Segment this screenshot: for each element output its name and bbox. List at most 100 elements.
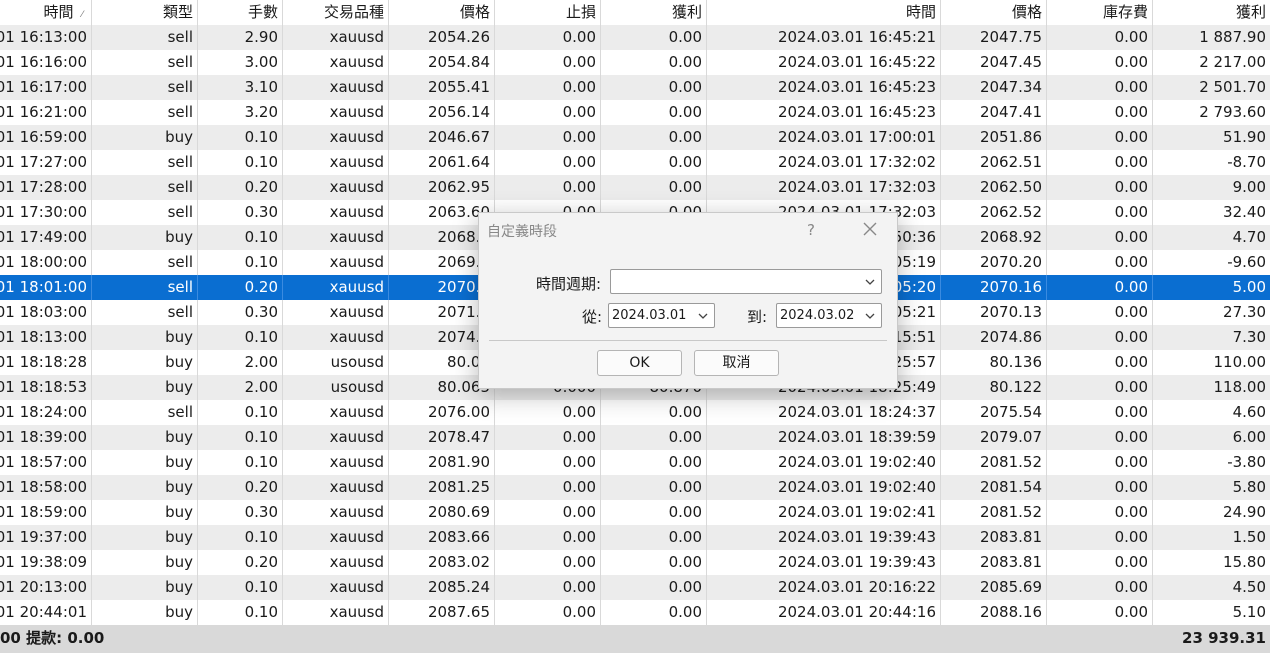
cell-stop-loss: 0.00 <box>495 50 601 75</box>
cell-close-price: 2068.92 <box>941 225 1047 250</box>
cell-symbol: xauusd <box>283 550 389 575</box>
cell-volume: 0.10 <box>198 600 283 625</box>
table-row[interactable]: .01 20:13:00 buy 0.10 xauusd 2085.24 0.00 0.00… <box>0 575 1270 600</box>
cell-open-price: 2046.67 <box>389 125 495 150</box>
close-icon[interactable] <box>859 218 881 240</box>
cell-profit: 32.40 <box>1223 203 1266 221</box>
cell-stop-loss: 0.00 <box>495 150 601 175</box>
cell-profit: 2 501.70 <box>1199 78 1266 96</box>
cell-open-price: 2081.25 <box>389 475 495 500</box>
table-row[interactable]: .01 16:16:00 sell 3.00 xauusd 2054.84 0.00 0.0… <box>0 50 1270 75</box>
cell-open-price: 2085.24 <box>389 575 495 600</box>
cell-close-price: 2062.52 <box>941 200 1047 225</box>
cell-profit: 118.00 <box>1213 378 1267 396</box>
cell-open-price: 2061.64 <box>389 150 495 175</box>
cell-swap: 0.00 <box>1047 575 1153 600</box>
col-header-volume[interactable]: 手數 <box>198 0 283 25</box>
cell-volume: 3.20 <box>198 100 283 125</box>
cell-volume: 0.30 <box>198 200 283 225</box>
cell-close-price: 2083.81 <box>941 550 1047 575</box>
cell-type: sell <box>92 50 198 75</box>
from-date-picker[interactable]: 2024.03.01 <box>608 303 715 328</box>
cell-symbol: xauusd <box>283 475 389 500</box>
cell-close-price: 80.136 <box>941 350 1047 375</box>
cell-open-time: .01 16:17:00 <box>0 75 92 100</box>
cell-swap: 0.00 <box>1047 300 1153 325</box>
table-row[interactable]: .01 20:44:01 buy 0.10 xauusd 2087.65 0.00 0.00… <box>0 600 1270 625</box>
cell-volume: 0.20 <box>198 550 283 575</box>
cell-type: sell <box>92 200 198 225</box>
cell-stop-loss: 0.00 <box>495 400 601 425</box>
cell-open-time: .01 16:13:00 <box>0 25 92 50</box>
table-row[interactable]: .01 16:21:00 sell 3.20 xauusd 2056.14 0.00 0.0… <box>0 100 1270 125</box>
cell-type: buy <box>92 325 198 350</box>
cell-open-time: .01 18:03:00 <box>0 300 92 325</box>
cell-open-time: .01 18:18:53 <box>0 375 92 400</box>
col-header-type[interactable]: 類型 <box>92 0 198 25</box>
cell-symbol: xauusd <box>283 75 389 100</box>
cell-profit: 2 217.00 <box>1199 53 1266 71</box>
cell-profit: 7.30 <box>1232 328 1266 346</box>
cell-open-time: .01 16:16:00 <box>0 50 92 75</box>
to-label: 到: <box>747 308 768 326</box>
cell-symbol: xauusd <box>283 275 389 300</box>
cell-take-profit: 0.00 <box>601 75 707 100</box>
cell-open-price: 2081.90 <box>389 450 495 475</box>
col-header-take-profit[interactable]: 獲利 <box>601 0 707 25</box>
cell-symbol: xauusd <box>283 200 389 225</box>
cell-symbol: xauusd <box>283 450 389 475</box>
cell-profit: -8.70 <box>1227 153 1266 171</box>
cancel-button[interactable]: 取消 <box>694 350 779 376</box>
col-header-close-time[interactable]: 時間 <box>707 0 941 25</box>
table-row[interactable]: .01 19:38:09 buy 0.20 xauusd 2083.02 0.00 0.00… <box>0 550 1270 575</box>
cell-take-profit: 0.00 <box>601 575 707 600</box>
cell-symbol: xauusd <box>283 500 389 525</box>
cell-swap: 0.00 <box>1047 450 1153 475</box>
col-header-open-time[interactable]: 時間 ⁄ <box>0 0 92 25</box>
cell-volume: 2.90 <box>198 25 283 50</box>
cell-stop-loss: 0.00 <box>495 100 601 125</box>
table-row[interactable]: .01 17:27:00 sell 0.10 xauusd 2061.64 0.00 0.0… <box>0 150 1270 175</box>
cell-open-time: .01 17:28:00 <box>0 175 92 200</box>
table-row[interactable]: .01 16:59:00 buy 0.10 xauusd 2046.67 0.00 0.00… <box>0 125 1270 150</box>
cell-type: buy <box>92 525 198 550</box>
cell-stop-loss: 0.00 <box>495 550 601 575</box>
table-row[interactable]: .01 18:24:00 sell 0.10 xauusd 2076.00 0.00 0.0… <box>0 400 1270 425</box>
cell-close-price: 2062.51 <box>941 150 1047 175</box>
col-header-stop-loss[interactable]: 止損 <box>495 0 601 25</box>
cell-close-price: 80.122 <box>941 375 1047 400</box>
help-button[interactable]: ? <box>807 221 815 239</box>
cell-open-time: .01 17:49:00 <box>0 225 92 250</box>
chevron-down-icon <box>865 279 875 285</box>
table-row[interactable]: .01 19:37:00 buy 0.10 xauusd 2083.66 0.00 0.00… <box>0 525 1270 550</box>
period-select[interactable] <box>610 269 882 294</box>
table-row[interactable]: .01 18:57:00 buy 0.10 xauusd 2081.90 0.00 0.00… <box>0 450 1270 475</box>
cell-close-price: 2075.54 <box>941 400 1047 425</box>
cell-close-price: 2047.45 <box>941 50 1047 75</box>
cell-profit: 5.80 <box>1232 478 1266 496</box>
cell-close-price: 2047.34 <box>941 75 1047 100</box>
cell-open-time: .01 18:24:00 <box>0 400 92 425</box>
table-row[interactable]: .01 16:13:00 sell 2.90 xauusd 2054.26 0.00 0.0… <box>0 25 1270 50</box>
cell-close-price: 2088.16 <box>941 600 1047 625</box>
to-date-picker[interactable]: 2024.03.02 <box>776 303 882 328</box>
cell-type: buy <box>92 225 198 250</box>
cell-swap: 0.00 <box>1047 50 1153 75</box>
table-row[interactable]: .01 16:17:00 sell 3.10 xauusd 2055.41 0.00 0.0… <box>0 75 1270 100</box>
cell-take-profit: 0.00 <box>601 425 707 450</box>
cell-type: sell <box>92 75 198 100</box>
cell-symbol: xauusd <box>283 175 389 200</box>
col-header-profit[interactable]: 獲利 <box>1153 0 1270 25</box>
table-row[interactable]: .01 18:59:00 buy 0.30 xauusd 2080.69 0.00 0.00… <box>0 500 1270 525</box>
cell-close-price: 2079.07 <box>941 425 1047 450</box>
col-header-close-price[interactable]: 價格 <box>941 0 1047 25</box>
cell-close-time: 2024.03.01 17:00:01 <box>707 125 941 150</box>
col-header-symbol[interactable]: 交易品種 <box>283 0 389 25</box>
table-row[interactable]: .01 18:58:00 buy 0.20 xauusd 2081.25 0.00 0.00… <box>0 475 1270 500</box>
cell-stop-loss: 0.00 <box>495 75 601 100</box>
col-header-swap[interactable]: 庫存費 <box>1047 0 1153 25</box>
table-row[interactable]: .01 18:39:00 buy 0.10 xauusd 2078.47 0.00 0.00… <box>0 425 1270 450</box>
table-row[interactable]: .01 17:28:00 sell 0.20 xauusd 2062.95 0.00 0.0… <box>0 175 1270 200</box>
col-header-open-price[interactable]: 價格 <box>389 0 495 25</box>
ok-button[interactable]: OK <box>597 350 682 376</box>
